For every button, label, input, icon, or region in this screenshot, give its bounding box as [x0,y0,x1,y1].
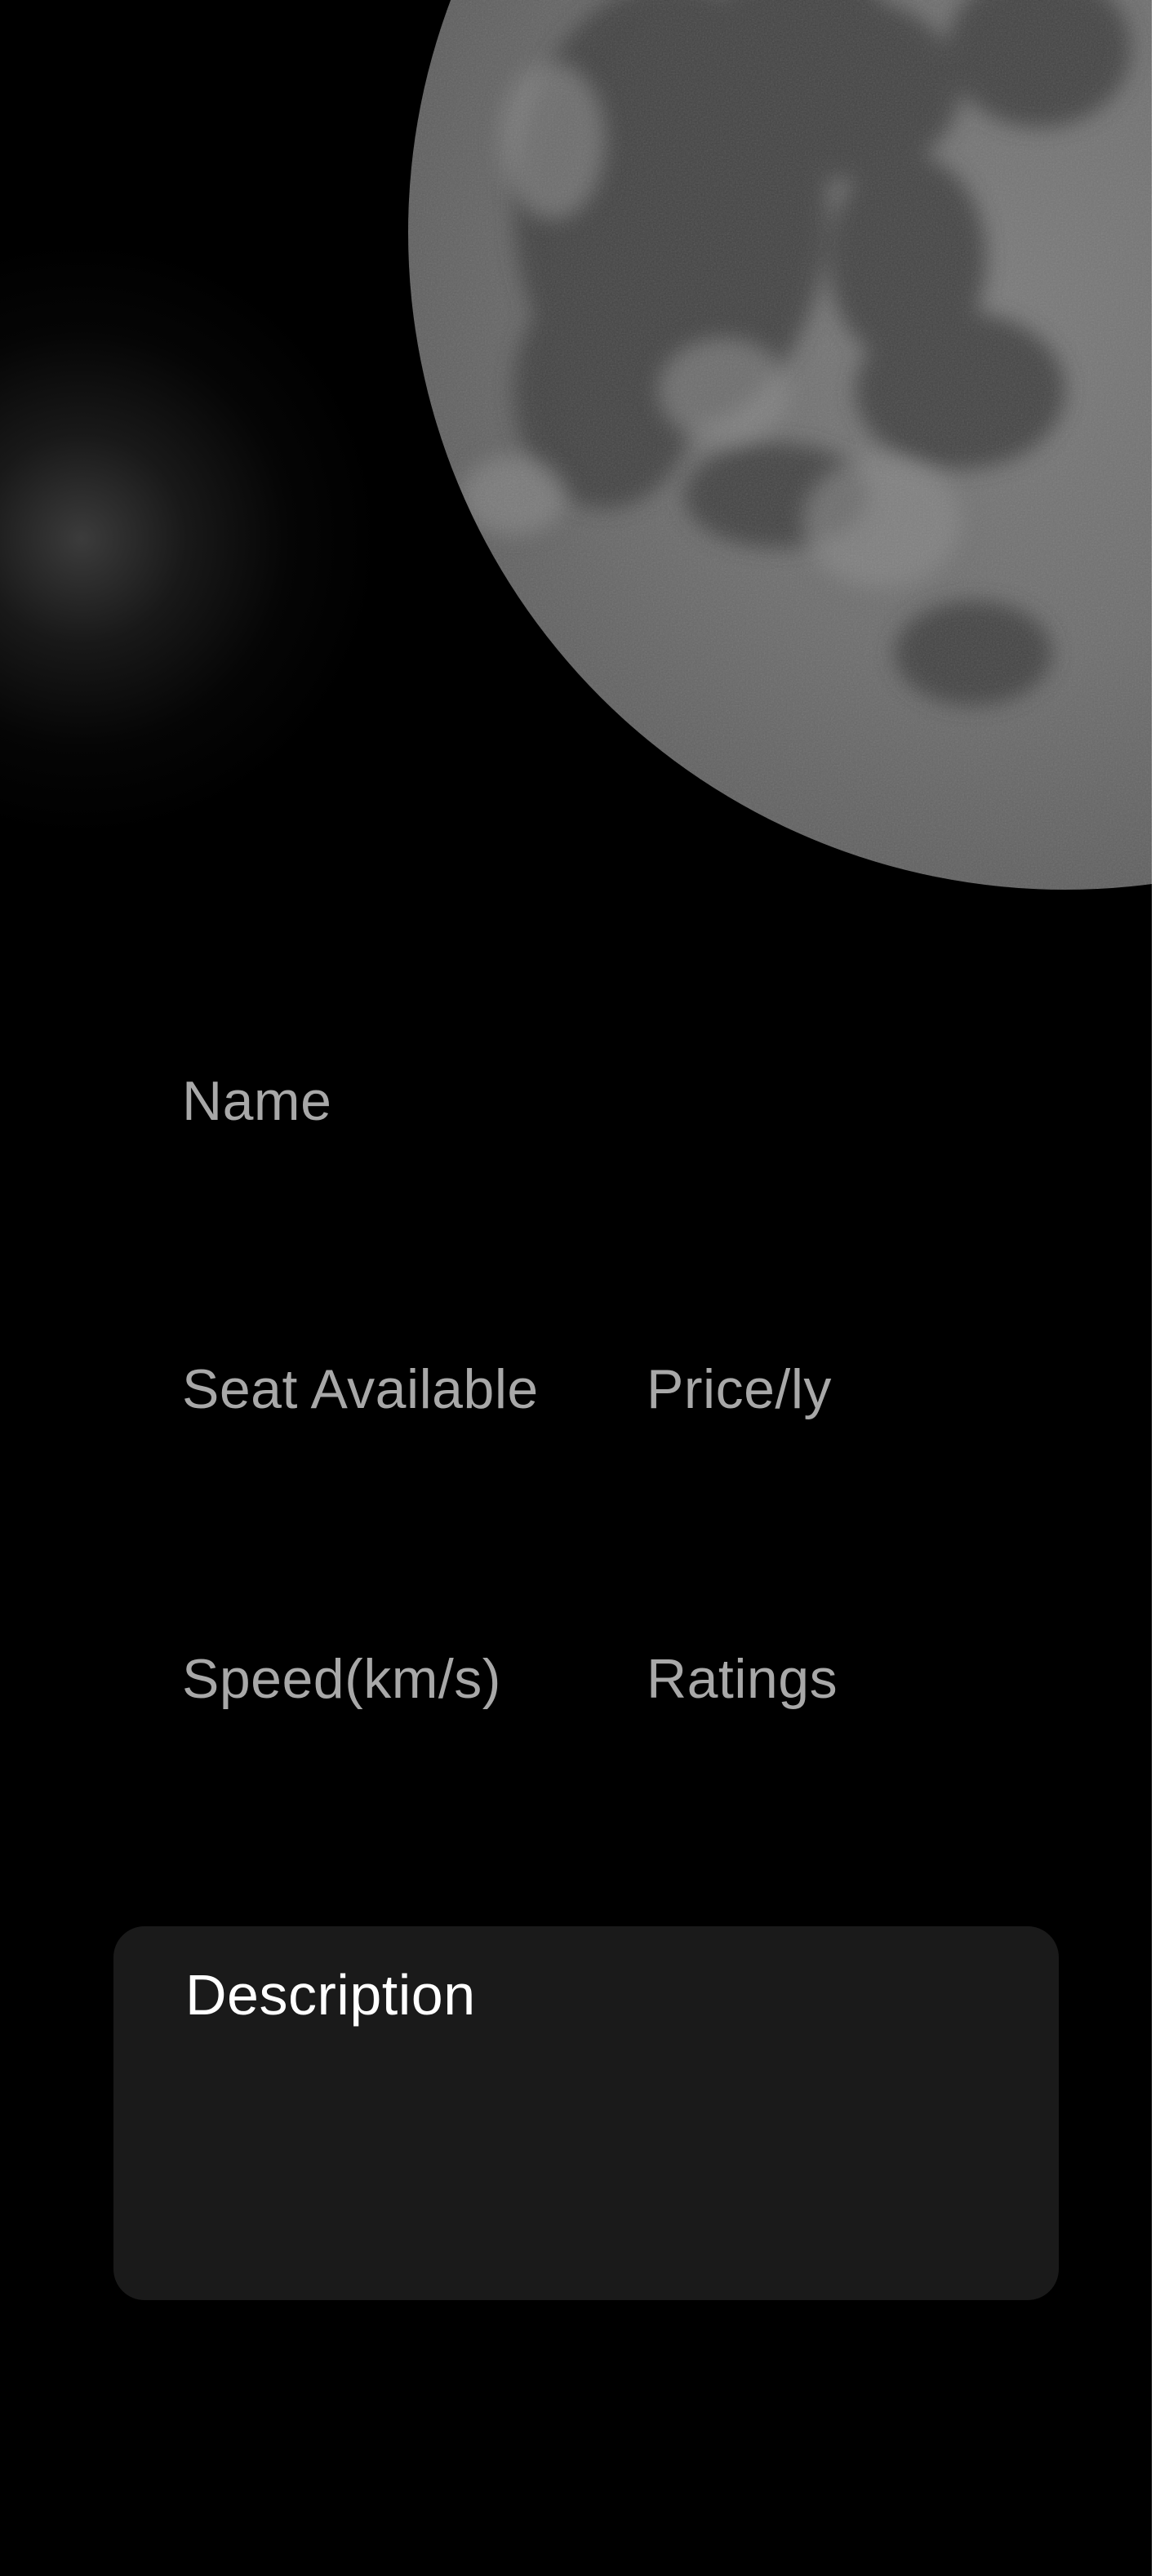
seat-available-label: Seat Available [182,1358,539,1420]
app-screen: Name Seat Available Price/ly Speed(km/s)… [0,0,1152,2576]
moon-surface-graphic [408,0,1152,890]
name-label: Name [182,1070,332,1132]
description-label: Description [185,1963,476,2027]
speed-label: Speed(km/s) [182,1648,501,1710]
moon-image [408,0,1152,890]
description-card[interactable]: Description [113,1926,1059,2300]
ratings-label: Ratings [647,1648,838,1710]
background-glow [0,245,376,833]
price-label: Price/ly [647,1358,832,1420]
